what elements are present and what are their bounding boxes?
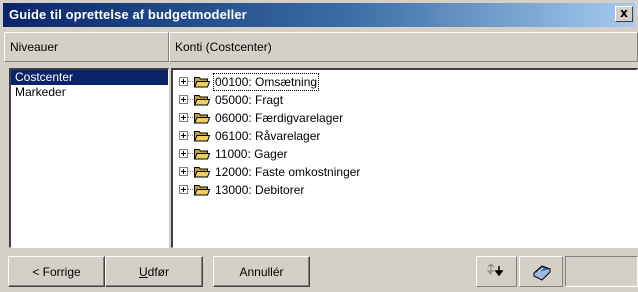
expand-plus-icon[interactable] xyxy=(179,149,188,158)
tree-item-label[interactable]: 12000: Faste omkostninger xyxy=(213,163,362,181)
previous-button[interactable]: < Forrige xyxy=(8,256,105,287)
window-title: Guide til oprettelse af budgetmodeller xyxy=(9,7,247,22)
folder-open-icon xyxy=(194,131,210,142)
expand-plus-icon[interactable] xyxy=(179,77,188,86)
tree-connector xyxy=(188,99,193,100)
expand-plus-icon[interactable] xyxy=(179,185,188,194)
tree-row[interactable]: 06000: Færdigvarelager xyxy=(173,109,637,127)
tree-row[interactable]: 05000: Fragt xyxy=(173,91,637,109)
folder-open-icon xyxy=(194,95,210,106)
accounts-tree[interactable]: 00100: Omsætning 05000: Fragt 06000: Færdi… xyxy=(171,68,638,248)
folder-open-icon xyxy=(194,113,210,124)
folder-open-icon xyxy=(194,167,210,178)
status-pane xyxy=(565,256,638,287)
expand-plus-icon[interactable] xyxy=(179,95,188,104)
title-bar[interactable]: Guide til oprettelse af budgetmodeller x xyxy=(3,3,635,27)
levels-list[interactable]: Costcenter Markeder xyxy=(9,68,169,248)
print-button[interactable] xyxy=(519,256,563,287)
tree-connector xyxy=(188,81,193,82)
levels-header-label: Niveauer xyxy=(10,40,59,54)
tree-row[interactable]: 06100: Råvarelager xyxy=(173,127,637,145)
tree-item-label[interactable]: 06000: Færdigvarelager xyxy=(213,109,345,127)
folder-open-icon xyxy=(194,77,210,88)
tree-row[interactable]: 12000: Faste omkostninger xyxy=(173,163,637,181)
close-icon: x xyxy=(620,6,628,20)
close-button[interactable]: x xyxy=(615,6,633,22)
sort-button[interactable] xyxy=(476,256,517,287)
tree-row[interactable]: 00100: Omsætning xyxy=(173,73,637,91)
folder-open-icon xyxy=(194,149,210,160)
tree-item-label[interactable]: 13000: Debitorer xyxy=(213,181,306,199)
tree-item-label[interactable]: 06100: Råvarelager xyxy=(213,127,322,145)
budget-model-wizard-window: Guide til oprettelse af budgetmodeller x… xyxy=(0,0,638,292)
tree-item-label[interactable]: 11000: Gager xyxy=(213,145,290,163)
tree-item-label[interactable]: 05000: Fragt xyxy=(213,91,285,109)
folder-open-icon xyxy=(194,185,210,196)
tree-connector xyxy=(188,171,193,172)
tree-container: 00100: Omsætning 05000: Fragt 06000: Færdi… xyxy=(173,70,637,199)
tree-row[interactable]: 13000: Debitorer xyxy=(173,181,637,199)
print-icon xyxy=(533,265,551,281)
levels-column-header: Niveauer xyxy=(4,32,169,62)
tree-connector xyxy=(188,153,193,154)
level-item-markeder[interactable]: Markeder xyxy=(11,85,168,100)
tree-connector xyxy=(188,135,193,136)
tree-item-label[interactable]: 00100: Omsætning xyxy=(213,73,320,91)
tree-connector xyxy=(188,189,193,190)
level-item-costcenter[interactable]: Costcenter xyxy=(11,70,168,85)
expand-plus-icon[interactable] xyxy=(179,167,188,176)
accounts-header-label: Konti (Costcenter) xyxy=(175,40,272,54)
expand-plus-icon[interactable] xyxy=(179,131,188,140)
accounts-column-header: Konti (Costcenter) xyxy=(169,32,638,62)
execute-button[interactable]: Udfør xyxy=(105,256,203,287)
expand-plus-icon[interactable] xyxy=(179,113,188,122)
tree-row[interactable]: 11000: Gager xyxy=(173,145,637,163)
tree-connector xyxy=(188,117,193,118)
sort-arrows-icon xyxy=(486,263,504,277)
cancel-button[interactable]: Annullér xyxy=(213,256,310,287)
